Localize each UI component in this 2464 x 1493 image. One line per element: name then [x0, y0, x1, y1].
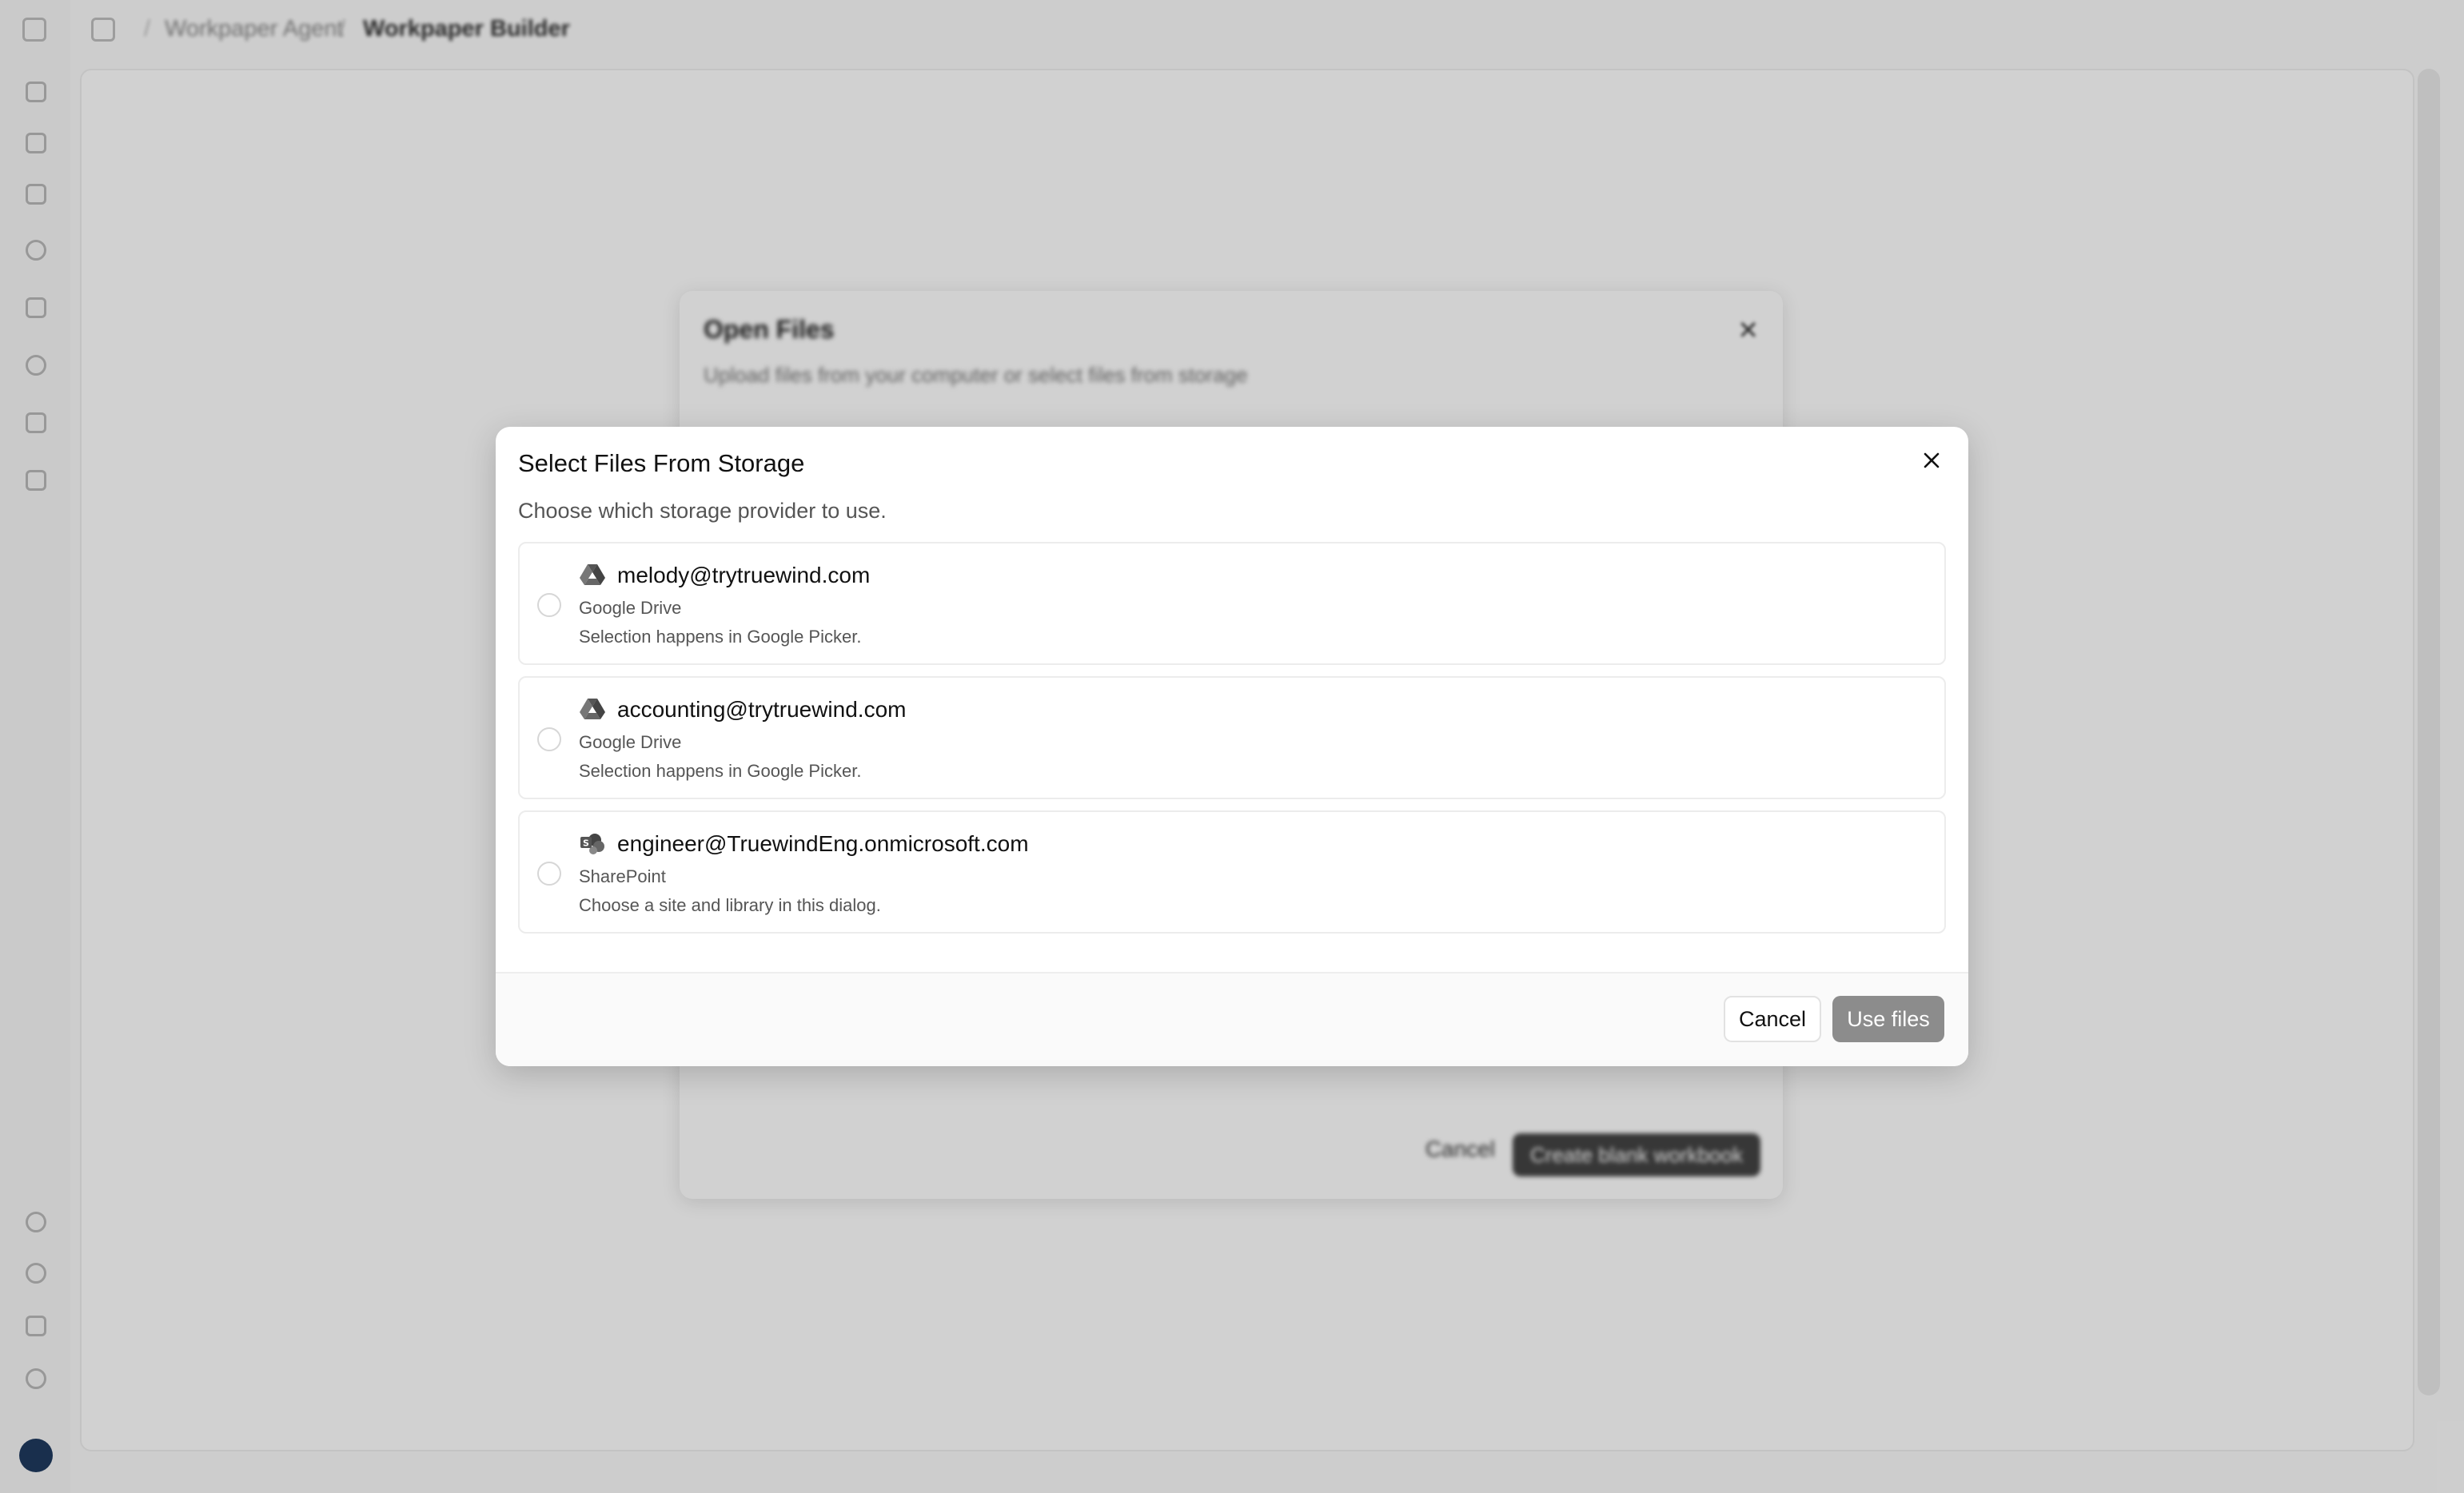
- svg-text:S: S: [583, 838, 589, 849]
- radio-button[interactable]: [537, 727, 561, 751]
- cancel-button[interactable]: Cancel: [1724, 996, 1821, 1042]
- google-drive-icon: [580, 699, 605, 719]
- provider-account: melody@trytruewind.com: [617, 563, 871, 587]
- dialog-footer: Cancel Use files: [496, 972, 1968, 1066]
- radio-button[interactable]: [537, 862, 561, 886]
- sharepoint-icon: S: [580, 834, 604, 854]
- provider-option[interactable]: accounting@trytruewind.com Google Drive …: [518, 676, 1946, 799]
- provider-option[interactable]: S engineer@TruewindEng.onmicrosoft.com S…: [518, 810, 1946, 934]
- provider-type: Google Drive: [579, 598, 682, 618]
- provider-type: SharePoint: [579, 866, 666, 886]
- provider-description: Selection happens in Google Picker.: [579, 761, 862, 781]
- use-files-button[interactable]: Use files: [1832, 996, 1944, 1042]
- provider-option[interactable]: melody@trytruewind.com Google Drive Sele…: [518, 542, 1946, 665]
- provider-account: accounting@trytruewind.com: [617, 697, 907, 722]
- radio-button[interactable]: [537, 593, 561, 617]
- close-button[interactable]: [1916, 444, 1948, 476]
- dialog-title: Select Files From Storage: [518, 449, 805, 477]
- dialog-subtitle: Choose which storage provider to use.: [518, 499, 887, 523]
- close-icon: [1924, 452, 1940, 468]
- provider-list: melody@trytruewind.com Google Drive Sele…: [518, 542, 1946, 945]
- provider-account: engineer@TruewindEng.onmicrosoft.com: [617, 831, 1029, 856]
- provider-description: Choose a site and library in this dialog…: [579, 895, 881, 915]
- provider-description: Selection happens in Google Picker.: [579, 627, 862, 647]
- provider-type: Google Drive: [579, 732, 682, 752]
- google-drive-icon: [580, 564, 605, 585]
- select-files-dialog: Select Files From Storage Choose which s…: [496, 427, 1968, 1066]
